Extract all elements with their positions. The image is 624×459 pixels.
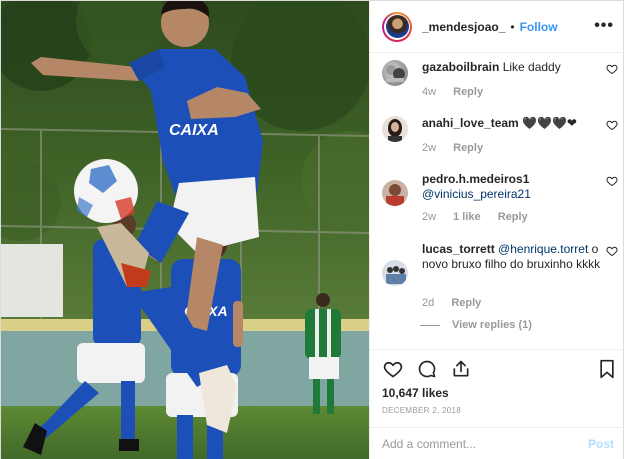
header-separator: • [510, 19, 515, 34]
photo-illustration: CAIXA CAIXA [1, 1, 369, 459]
author-username[interactable]: _mendesjoao_ [422, 20, 505, 34]
comment-input[interactable] [382, 437, 582, 451]
comment-username[interactable]: anahi_love_team [422, 116, 519, 130]
comment-username[interactable]: pedro.h.medeiros1 [422, 172, 602, 187]
commenter-avatar[interactable] [382, 116, 408, 142]
comment-text: pedro.h.medeiros1 @vinicius_pereira21 [422, 172, 602, 202]
like-comment-icon[interactable] [606, 119, 618, 131]
more-options-icon[interactable]: ••• [594, 18, 614, 34]
comment-text: lucas_torrett @henrique.torret o novo br… [422, 242, 602, 272]
comment-username[interactable]: gazaboilbrain [422, 60, 499, 74]
heart-icon[interactable] [382, 358, 404, 380]
comment-time: 4w [422, 86, 437, 98]
comment-time: 2w [422, 211, 437, 223]
reply-button[interactable]: Reply [453, 142, 483, 154]
post-side-panel: _mendesjoao_ • Follow ••• gazaboilbrain … [369, 1, 624, 459]
comment-meta: 2w Reply [422, 142, 497, 154]
post-actions: 10,647 likes DECEMBER 2, 2018 [370, 349, 624, 427]
replies-divider-line [420, 324, 440, 326]
commenter-avatar[interactable] [382, 60, 408, 86]
comment-username[interactable]: lucas_torrett [422, 242, 495, 256]
comment-time: 2w [422, 142, 437, 154]
post-comment-button[interactable]: Post [588, 437, 614, 451]
comment-text: anahi_love_team 🖤🖤🖤❤ [422, 116, 602, 131]
soccer-ball [74, 159, 138, 223]
comment-time: 2d [422, 297, 435, 309]
sign-board [1, 244, 63, 317]
comment-message: 🖤🖤🖤❤ [522, 116, 577, 130]
post-photo[interactable]: CAIXA CAIXA [1, 1, 369, 459]
comment-text: gazaboilbrain Like daddy [422, 60, 602, 75]
comment-meta: 2w 1 like Reply [422, 211, 542, 223]
comment-icon[interactable] [416, 358, 438, 380]
commenter-avatar[interactable] [382, 180, 408, 206]
like-comment-icon[interactable] [606, 63, 618, 75]
reply-button[interactable]: Reply [498, 211, 528, 223]
share-icon[interactable] [450, 358, 472, 380]
action-icon-row [382, 358, 472, 380]
view-replies-button[interactable]: View replies (1) [420, 319, 532, 331]
post-date[interactable]: DECEMBER 2, 2018 [382, 406, 461, 415]
sponsor-logo-main: CAIXA [169, 122, 219, 139]
reply-button[interactable]: Reply [451, 297, 481, 309]
comment-like-count[interactable]: 1 like [453, 211, 481, 223]
author-avatar[interactable] [382, 11, 412, 42]
add-comment-bar: Post [370, 427, 624, 459]
comment-mention[interactable]: @henrique.torret [498, 242, 588, 256]
comment-list[interactable]: gazaboilbrain Like daddy 4w Reply anahi_… [370, 54, 624, 348]
comment-meta: 2d Reply [422, 297, 495, 309]
likes-count[interactable]: 10,647 likes [382, 386, 449, 400]
instagram-post: CAIXA CAIXA [0, 0, 624, 459]
comment-mention[interactable]: @vinicius_pereira21 [422, 187, 602, 202]
commenter-avatar[interactable] [382, 260, 408, 286]
reply-button[interactable]: Reply [453, 86, 483, 98]
comment-meta: 4w Reply [422, 86, 497, 98]
comment-message: Like daddy [502, 60, 561, 74]
bookmark-icon[interactable] [596, 358, 618, 380]
view-replies-label[interactable]: View replies (1) [452, 319, 532, 331]
post-header: _mendesjoao_ • Follow ••• [370, 1, 624, 53]
like-comment-icon[interactable] [606, 245, 618, 257]
follow-button[interactable]: Follow [520, 20, 558, 34]
like-comment-icon[interactable] [606, 175, 618, 187]
